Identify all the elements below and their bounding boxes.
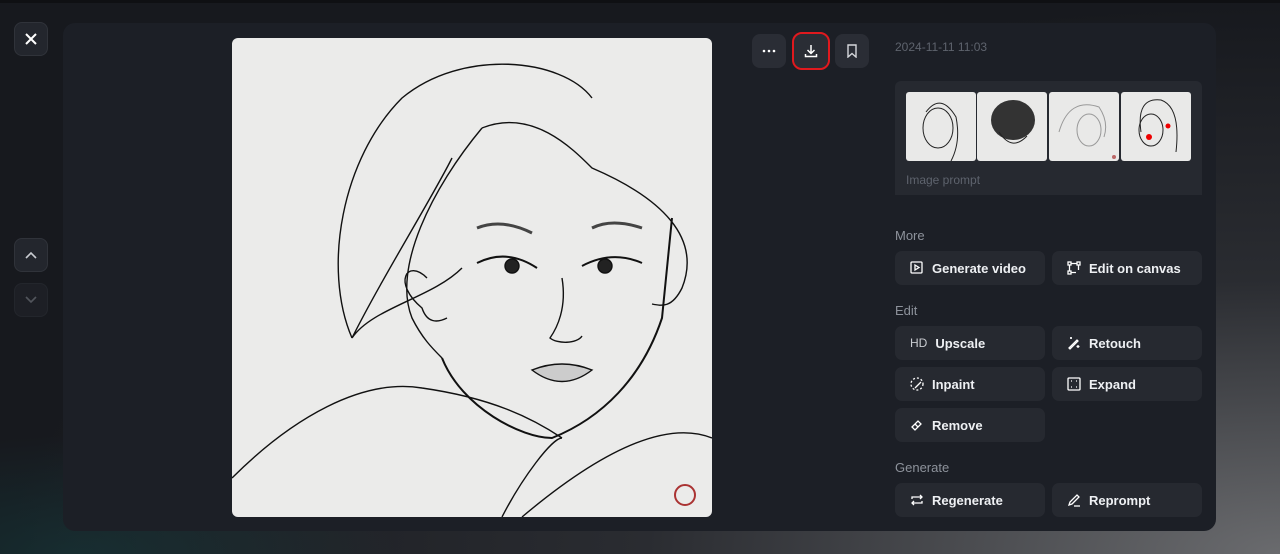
close-icon: [25, 33, 37, 45]
section-more: More: [895, 228, 925, 243]
remove-button[interactable]: Remove: [895, 408, 1045, 442]
pencil-icon: [1067, 494, 1080, 507]
previous-image-button[interactable]: [14, 238, 48, 272]
section-edit: Edit: [895, 303, 918, 318]
regenerate-button[interactable]: Regenerate: [895, 483, 1045, 517]
image-prompt-box: Image prompt: [895, 81, 1202, 195]
magic-wand-icon: [1068, 337, 1080, 350]
retouch-button[interactable]: Retouch: [1052, 326, 1202, 360]
prompt-thumbnail[interactable]: [977, 92, 1047, 161]
regenerate-label: Regenerate: [932, 492, 1003, 508]
hd-icon: HD: [910, 336, 928, 350]
generated-image: [232, 38, 712, 517]
download-button[interactable]: [792, 32, 830, 70]
prompt-thumbnail[interactable]: [1121, 92, 1191, 161]
edit-on-canvas-label: Edit on canvas: [1089, 260, 1181, 276]
next-image-button[interactable]: [14, 283, 48, 317]
reprompt-button[interactable]: Reprompt: [1052, 483, 1202, 517]
chevron-down-icon: [25, 296, 37, 304]
download-icon: [804, 45, 818, 58]
generate-video-label: Generate video: [932, 260, 1026, 276]
prompt-thumbnail[interactable]: [1049, 92, 1119, 161]
bookmark-icon: [847, 44, 857, 58]
chevron-up-icon: [25, 251, 37, 259]
more-options-button[interactable]: [752, 34, 786, 68]
inpaint-brush-icon: [910, 377, 924, 391]
upscale-button[interactable]: HD Upscale: [895, 326, 1045, 360]
video-icon: [910, 261, 923, 274]
expand-icon: [1067, 377, 1081, 391]
generate-video-button[interactable]: Generate video: [895, 251, 1045, 285]
expand-button[interactable]: Expand: [1052, 367, 1202, 401]
inpaint-label: Inpaint: [932, 376, 975, 392]
inpaint-button[interactable]: Inpaint: [895, 367, 1045, 401]
image-prompt-label: Image prompt: [906, 173, 981, 187]
expand-label: Expand: [1089, 376, 1136, 392]
canvas-icon: [1067, 261, 1081, 275]
reprompt-label: Reprompt: [1089, 492, 1151, 508]
remove-label: Remove: [932, 417, 983, 433]
close-button[interactable]: [14, 22, 48, 56]
creation-date: 2024-11-11 11:03: [895, 40, 988, 54]
section-generate: Generate: [895, 460, 950, 475]
upscale-label: Upscale: [935, 335, 986, 351]
eraser-icon: [911, 420, 922, 431]
retouch-label: Retouch: [1089, 335, 1141, 351]
edit-on-canvas-button[interactable]: Edit on canvas: [1052, 251, 1202, 285]
regenerate-icon: [911, 494, 923, 506]
bookmark-button[interactable]: [835, 34, 869, 68]
prompt-thumbnail[interactable]: [906, 92, 976, 161]
top-bar: [0, 0, 1280, 3]
more-icon: [762, 49, 776, 53]
